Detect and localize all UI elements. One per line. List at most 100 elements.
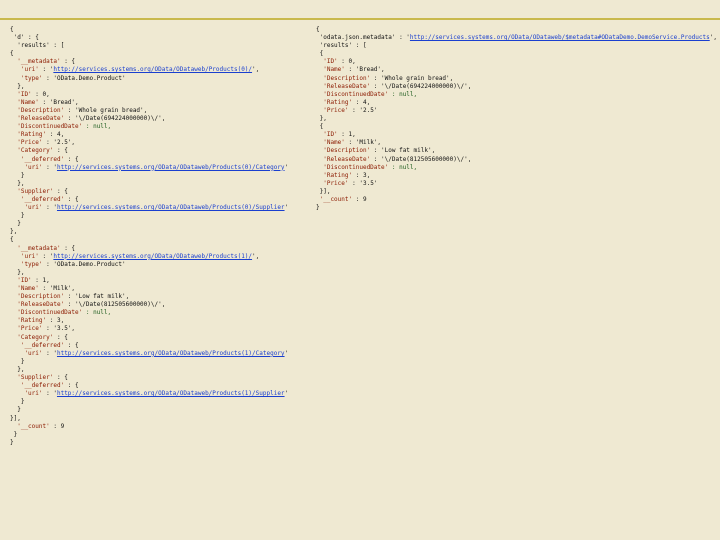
code-key: 'ID' [10, 91, 32, 98]
code-text: : ' [43, 164, 57, 171]
code-key: 'DiscontinuedDate' [10, 123, 82, 130]
code-key: 'ReleaseDate' [10, 301, 64, 308]
code-key: 'Description' [316, 147, 370, 154]
json-verbose-column: { 'd' : { 'results' : [ { '__metadata' :… [10, 26, 310, 447]
code-key: 'Category' [10, 334, 53, 341]
code-key: 'Rating' [10, 131, 46, 138]
code-line: }], [10, 415, 21, 422]
code-line: } [316, 204, 320, 211]
code-text: : { [64, 196, 78, 203]
code-key: 'Price' [316, 107, 349, 114]
code-key: 'ReleaseDate' [316, 156, 370, 163]
code-value: : '\/Date(694224000000)\/', [64, 115, 165, 122]
uri-link[interactable]: http://services.systems.org/OData/ODataw… [57, 204, 285, 211]
code-key: 'Name' [10, 99, 39, 106]
uri-link[interactable]: http://services.systems.org/OData/ODataw… [53, 253, 252, 260]
code-value: : '3.5', [43, 325, 76, 332]
code-key: 'uri' [10, 66, 39, 73]
code-line: } [10, 406, 21, 413]
code-value: : 3, [352, 172, 370, 179]
code-key: 'uri' [10, 204, 43, 211]
code-key: 'Description' [10, 293, 64, 300]
code-value: : 0, [32, 91, 50, 98]
code-text: : { [53, 374, 67, 381]
code-line: { [316, 50, 323, 57]
code-key: 'uri' [10, 350, 43, 357]
code-value: : 9 [352, 196, 366, 203]
uri-link[interactable]: http://services.systems.org/OData/ODataw… [57, 390, 285, 397]
code-line: } [10, 172, 24, 179]
code-key: 'ReleaseDate' [316, 83, 370, 90]
code-key: 'Price' [10, 325, 43, 332]
uri-link[interactable]: http://services.systems.org/OData/ODataw… [57, 350, 285, 357]
code-value: : '2.5', [43, 139, 76, 146]
code-value: : 'Bread', [345, 66, 385, 73]
code-text: ', [710, 34, 717, 41]
code-line: } [10, 439, 14, 446]
code-key: 'ID' [316, 58, 338, 65]
code-key: 'Description' [316, 75, 370, 82]
code-key: 'Name' [316, 139, 345, 146]
code-key: 'ID' [316, 131, 338, 138]
code-text: ' [285, 390, 289, 397]
code-text: ', [252, 66, 259, 73]
code-text: ', [252, 253, 259, 260]
code-key: '__metadata' [10, 245, 61, 252]
code-text: : { [53, 188, 67, 195]
code-key: '__deferred' [10, 382, 64, 389]
uri-link[interactable]: http://services.systems.org/OData/ODataw… [410, 34, 710, 41]
code-text: : { [53, 334, 67, 341]
code-text: ' [285, 204, 289, 211]
json-light-column: { 'odata.json.metadata' : 'http://servic… [316, 26, 717, 212]
code-line: } [10, 358, 24, 365]
code-line: { [316, 26, 320, 33]
code-key: 'Price' [316, 180, 349, 187]
code-value: : 'Low fat milk', [370, 147, 435, 154]
code-key: 'Name' [10, 285, 39, 292]
code-key: 'ID' [10, 277, 32, 284]
code-text: : { [64, 382, 78, 389]
code-value: : null, [388, 164, 417, 171]
code-key: 'Category' [10, 147, 53, 154]
code-line: } [10, 212, 24, 219]
code-key: '__deferred' [10, 156, 64, 163]
code-value: : 'Whole grain bread', [370, 75, 453, 82]
code-key: 'uri' [10, 164, 43, 171]
code-key: 'Rating' [10, 317, 46, 324]
code-key: 'DiscontinuedDate' [316, 91, 388, 98]
code-value: : null, [388, 91, 417, 98]
code-text: : { [64, 156, 78, 163]
code-line: 'results' : [ [316, 42, 367, 49]
code-value: : 'Bread', [39, 99, 79, 106]
code-key: 'type' [10, 261, 43, 268]
code-line: { [316, 123, 323, 130]
code-text: : ' [43, 204, 57, 211]
code-text: : { [53, 147, 67, 154]
code-value: : '\/Date(812505600000)\/', [370, 156, 471, 163]
code-value: : '\/Date(694224000000)\/', [370, 83, 471, 90]
code-value: : '2.5' [349, 107, 378, 114]
uri-link[interactable]: http://services.systems.org/OData/ODataw… [53, 66, 252, 73]
code-line: } [10, 398, 24, 405]
code-text: : ' [43, 390, 57, 397]
code-text: ' [285, 164, 289, 171]
slide-header [0, 0, 720, 20]
code-value: : 'Milk', [39, 285, 75, 292]
code-value: : null, [82, 309, 111, 316]
code-line: }, [10, 180, 24, 187]
code-value: : 4, [46, 131, 64, 138]
code-text: ' [285, 350, 289, 357]
code-value: : 3, [46, 317, 64, 324]
code-key: 'uri' [10, 253, 39, 260]
code-key: 'DiscontinuedDate' [10, 309, 82, 316]
code-value: : null, [82, 123, 111, 130]
code-line: }, [316, 115, 327, 122]
code-text: 'odata.json.metadata' : ' [316, 34, 410, 41]
uri-link[interactable]: http://services.systems.org/OData/ODataw… [57, 164, 285, 171]
code-value: : '\/Date(812505600000)\/', [64, 301, 165, 308]
code-key: 'Price' [10, 139, 43, 146]
code-line: { [10, 236, 14, 243]
code-key: 'Name' [316, 66, 345, 73]
code-key: 'DiscontinuedDate' [316, 164, 388, 171]
code-key: 'uri' [10, 390, 43, 397]
